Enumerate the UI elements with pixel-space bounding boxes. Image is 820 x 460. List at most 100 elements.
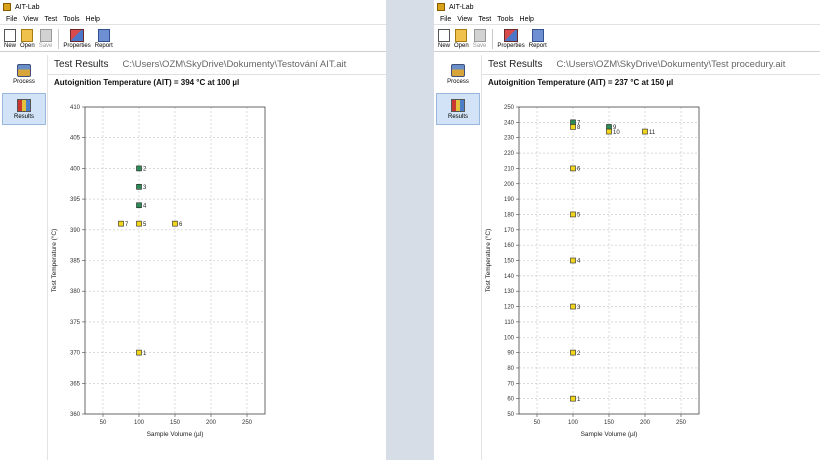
- data-point-1: [570, 395, 576, 402]
- data-point-7: [118, 220, 124, 227]
- new-button[interactable]: New: [4, 29, 16, 49]
- data-label-6: 6: [577, 167, 581, 173]
- menu-view[interactable]: View: [457, 16, 472, 23]
- data-point-11: [642, 128, 648, 135]
- data-label-4: 4: [577, 259, 581, 265]
- results-header: Test Results C:\Users\OZM\SkyDrive\Dokum…: [48, 55, 386, 75]
- open-button[interactable]: Open: [454, 29, 469, 49]
- results-header: Test Results C:\Users\OZM\SkyDrive\Dokum…: [482, 55, 820, 75]
- title-bar: AIT-Lab: [0, 0, 386, 14]
- y-tick-label: 410: [70, 105, 81, 111]
- menu-help[interactable]: Help: [520, 16, 534, 23]
- menu-file[interactable]: File: [440, 16, 451, 23]
- menu-test[interactable]: Test: [478, 16, 491, 23]
- y-tick-label: 110: [504, 320, 514, 326]
- new-file-icon: [4, 29, 16, 42]
- data-label-5: 5: [577, 213, 581, 219]
- data-label-3: 3: [577, 305, 581, 311]
- menu-bar: File View Test Tools Help: [434, 14, 820, 25]
- properties-button[interactable]: Properties: [497, 29, 525, 49]
- y-tick-label: 60: [507, 397, 514, 403]
- nav-results[interactable]: Results: [2, 93, 46, 125]
- toolbar-separator: [492, 29, 494, 49]
- app-window-left: AIT-Lab File View Test Tools Help New Op…: [0, 0, 386, 460]
- data-label-5: 5: [143, 222, 147, 228]
- report-icon: [97, 29, 110, 42]
- report-button[interactable]: Report: [95, 29, 113, 49]
- page-title: Test Results: [54, 59, 109, 70]
- new-file-icon: [438, 29, 450, 42]
- toolbar: New Open Save Properties Report: [434, 25, 820, 52]
- data-point-5: [570, 211, 576, 218]
- y-tick-label: 180: [504, 212, 515, 218]
- data-label-11: 11: [649, 130, 656, 136]
- nav-process[interactable]: Process: [2, 58, 46, 90]
- y-tick-label: 395: [70, 197, 81, 203]
- y-tick-label: 360: [70, 412, 81, 418]
- results-content: Test Results C:\Users\OZM\SkyDrive\Dokum…: [48, 55, 386, 460]
- menu-test[interactable]: Test: [44, 16, 57, 23]
- menu-bar: File View Test Tools Help: [0, 14, 386, 25]
- sidebar: Process Results: [434, 55, 482, 460]
- x-tick-label: 200: [206, 420, 217, 426]
- x-axis-label: Sample Volume (µl): [147, 431, 204, 438]
- y-tick-label: 90: [507, 351, 514, 357]
- ait-summary: Autoignition Temperature (AIT) = 394 °C …: [54, 77, 240, 87]
- data-label-1: 1: [143, 351, 147, 357]
- data-point-4: [570, 257, 576, 264]
- x-tick-label: 200: [640, 420, 651, 426]
- properties-button[interactable]: Properties: [63, 29, 91, 49]
- menu-tools[interactable]: Tools: [497, 16, 513, 23]
- y-tick-label: 170: [504, 228, 515, 234]
- data-label-6: 6: [179, 222, 183, 228]
- bar-chart-icon: [17, 98, 31, 112]
- y-tick-label: 120: [504, 305, 515, 311]
- new-button[interactable]: New: [438, 29, 450, 49]
- data-point-9: [606, 124, 612, 130]
- sidebar: Process Results: [0, 55, 48, 460]
- toolbar-separator: [58, 29, 60, 49]
- y-tick-label: 400: [70, 166, 81, 172]
- y-tick-label: 250: [504, 105, 515, 111]
- menu-view[interactable]: View: [23, 16, 38, 23]
- menu-tools[interactable]: Tools: [63, 16, 79, 23]
- save-button[interactable]: Save: [473, 29, 486, 49]
- y-tick-label: 380: [70, 289, 81, 295]
- data-point-1: [136, 349, 142, 356]
- data-label-3: 3: [143, 185, 147, 191]
- app-logo-icon: [437, 3, 445, 11]
- data-point-4: [136, 202, 142, 209]
- save-button[interactable]: Save: [39, 29, 52, 49]
- y-tick-label: 80: [507, 366, 514, 372]
- data-point-8: [570, 124, 576, 130]
- y-tick-label: 405: [70, 136, 81, 142]
- process-icon: [451, 63, 465, 77]
- x-tick-label: 100: [568, 420, 579, 426]
- data-label-10: 10: [613, 130, 620, 136]
- menu-help[interactable]: Help: [86, 16, 100, 23]
- y-tick-label: 365: [70, 381, 81, 387]
- open-button[interactable]: Open: [20, 29, 35, 49]
- data-point-7: [570, 119, 576, 126]
- data-point-6: [570, 165, 576, 172]
- folder-icon: [455, 29, 468, 42]
- x-axis-label: Sample Volume (µl): [581, 431, 638, 438]
- app-logo-icon: [3, 3, 11, 11]
- y-tick-label: 370: [70, 351, 81, 357]
- data-point-2: [570, 349, 576, 356]
- folder-icon: [21, 29, 34, 42]
- y-tick-label: 100: [504, 335, 515, 341]
- y-tick-label: 210: [504, 166, 515, 172]
- nav-process[interactable]: Process: [436, 58, 480, 90]
- y-tick-label: 50: [507, 412, 514, 418]
- nav-results[interactable]: Results: [436, 93, 480, 125]
- report-button[interactable]: Report: [529, 29, 547, 49]
- results-content: Test Results C:\Users\OZM\SkyDrive\Dokum…: [482, 55, 820, 460]
- data-point-6: [172, 220, 178, 227]
- x-tick-label: 100: [134, 420, 145, 426]
- y-tick-label: 375: [70, 320, 81, 326]
- process-icon: [17, 63, 31, 77]
- menu-file[interactable]: File: [6, 16, 17, 23]
- x-tick-label: 250: [242, 420, 253, 426]
- y-tick-label: 130: [504, 289, 515, 295]
